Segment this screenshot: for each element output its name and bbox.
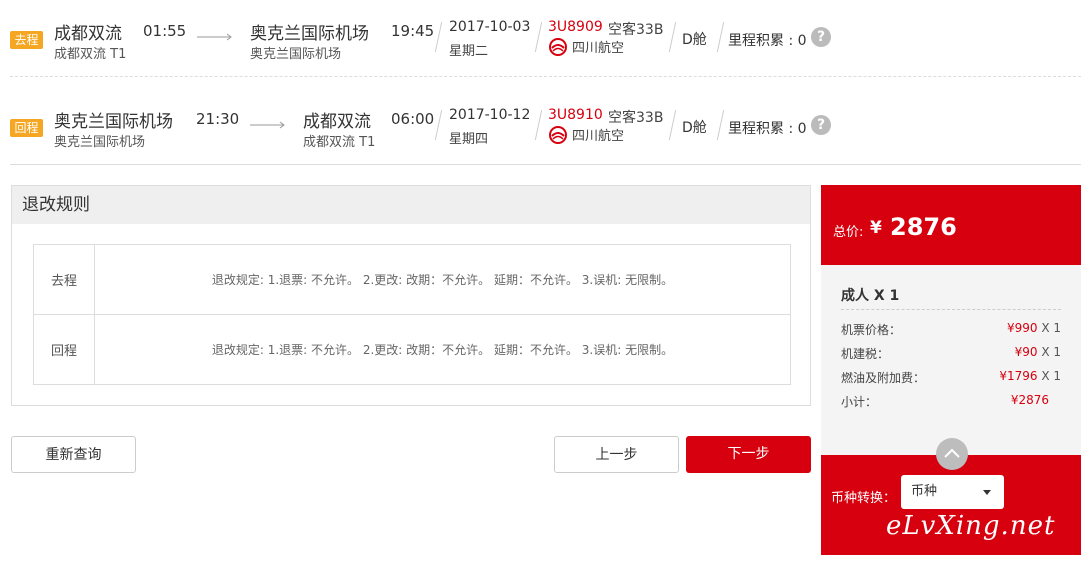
divider [534, 22, 543, 52]
divider [434, 22, 443, 52]
question-icon[interactable]: ? [811, 27, 831, 47]
flight-number[interactable]: 3U8910 [548, 107, 603, 123]
sichuan-airlines-logo [549, 37, 567, 56]
divider [841, 309, 1061, 310]
currency-select[interactable]: 币种 [901, 475, 1004, 509]
divider [716, 22, 725, 52]
departure-city: 奥克兰国际机场 [54, 112, 173, 132]
price-breakdown: 成人 X 1 机票价格： ¥990 X 1 机建税： ¥90 X 1 燃油及附加… [821, 265, 1081, 455]
flight-number[interactable]: 3U8909 [548, 19, 603, 35]
section-separator [10, 164, 1081, 165]
price-line-label: 机建税： [841, 347, 890, 361]
refund-rules-panel: 退改规则 去程 退改规定: 1.退票: 不允许。 2.更改: 改期：不允许。 延… [11, 185, 811, 406]
total-price-label: 总价: [833, 225, 864, 240]
price-line: 小计： ¥2876 [841, 393, 1061, 410]
arrival-time: 06:00 [391, 110, 435, 128]
aircraft-type: 空客33B [608, 22, 664, 38]
price-line-multiplier: X 1 [1037, 345, 1061, 359]
passenger-count: 成人 X 1 [841, 288, 900, 304]
refund-rules-title: 退改规则 [12, 186, 810, 224]
requery-button[interactable]: 重新查询 [11, 436, 136, 473]
row-separator [10, 76, 1081, 77]
price-line-label: 燃油及附加费： [841, 371, 926, 385]
rule-label: 回程 [33, 314, 95, 385]
caret-down-icon [983, 490, 991, 495]
divider [716, 110, 725, 140]
arrival-city: 成都双流 [303, 112, 371, 132]
airline-name: 四川航空 [572, 129, 625, 144]
price-line-value: ¥990 [1006, 321, 1038, 335]
price-summary-panel: 总价: ¥ 2876 成人 X 1 机票价格： ¥990 X 1 机建税： ¥9… [821, 185, 1081, 555]
rule-text: 退改规定: 1.退票: 不允许。 2.更改: 改期：不允许。 延期：不允许。 3… [94, 244, 791, 315]
price-line: 机建税： ¥90 X 1 [841, 345, 1061, 362]
outbound-tag: 去程 [10, 31, 43, 49]
refund-rules-table: 去程 退改规定: 1.退票: 不允许。 2.更改: 改期：不允许。 延期：不允许… [33, 244, 791, 385]
return-tag: 回程 [10, 119, 43, 137]
departure-time: 01:55 [143, 22, 187, 40]
next-step-button[interactable]: 下一步 [686, 436, 811, 473]
cabin-class: D舱 [682, 120, 707, 136]
price-line-value: ¥2876 [1010, 393, 1049, 407]
arrival-city: 奥克兰国际机场 [250, 24, 369, 44]
airline-name: 四川航空 [572, 41, 625, 56]
departure-airport: 奥克兰国际机场 [54, 135, 146, 150]
divider [668, 110, 677, 140]
question-icon[interactable]: ? [811, 115, 831, 135]
divider [668, 22, 677, 52]
departure-time: 21:30 [196, 110, 240, 128]
price-line: 燃油及附加费： ¥1796 X 1 [841, 369, 1061, 386]
currency-symbol: ¥ [870, 218, 882, 238]
cabin-class: D舱 [682, 32, 707, 48]
price-line-multiplier: X 1 [1037, 321, 1061, 335]
rule-text: 退改规定: 1.退票: 不允许。 2.更改: 改期：不允许。 延期：不允许。 3… [94, 314, 791, 385]
divider [534, 110, 543, 140]
sichuan-airlines-logo [549, 125, 567, 144]
table-row: 回程 退改规定: 1.退票: 不允许。 2.更改: 改期：不允许。 延期：不允许… [33, 314, 791, 385]
arrival-time: 19:45 [391, 22, 435, 40]
divider [434, 110, 443, 140]
outbound-flight-row: 去程 成都双流 01:55 成都双流 T1 奥克兰国际机场 19:45 奥克兰国… [10, 0, 1081, 76]
chevron-up-icon[interactable] [936, 438, 968, 470]
rule-label: 去程 [33, 244, 95, 315]
aircraft-type: 空客33B [608, 110, 664, 126]
departure-airport: 成都双流 T1 [54, 47, 127, 62]
total-price-box: 总价: ¥ 2876 [821, 185, 1081, 265]
currency-convert-label: 币种转换： [831, 491, 897, 506]
return-flight-row: 回程 奥克兰国际机场 21:30 奥克兰国际机场 成都双流 06:00 成都双流… [10, 88, 1081, 164]
previous-step-button[interactable]: 上一步 [554, 436, 679, 473]
arrival-airport: 奥克兰国际机场 [250, 47, 342, 62]
airline: 四川航空 [548, 125, 624, 144]
currency-convert-box: 币种转换： 币种 eLvXing.net [821, 438, 1081, 555]
watermark: eLvXing.net [886, 511, 1056, 541]
table-row: 去程 退改规定: 1.退票: 不允许。 2.更改: 改期：不允许。 延期：不允许… [33, 244, 791, 315]
arrow-right-icon [197, 33, 232, 41]
currency-select-value: 币种 [911, 484, 938, 499]
flight-date: 2017-10-03 [449, 19, 531, 35]
arrival-airport: 成都双流 T1 [303, 135, 376, 150]
departure-city: 成都双流 [54, 24, 122, 44]
airline: 四川航空 [548, 37, 624, 56]
flight-weekday: 星期四 [449, 132, 489, 147]
flight-date: 2017-10-12 [449, 107, 531, 123]
mileage-points: 里程积累 : 0 [728, 33, 807, 49]
total-price-value: 2876 [890, 213, 957, 241]
price-line-multiplier: X 1 [1037, 369, 1061, 383]
price-line-value: ¥90 [1014, 345, 1038, 359]
flight-weekday: 星期二 [449, 44, 489, 59]
price-line-label: 机票价格： [841, 323, 902, 337]
mileage-points: 里程积累 : 0 [728, 121, 807, 137]
price-line-label: 小计： [841, 395, 878, 409]
arrow-right-icon [250, 121, 285, 129]
price-line: 机票价格： ¥990 X 1 [841, 321, 1061, 338]
price-line-value: ¥1796 [999, 369, 1038, 383]
